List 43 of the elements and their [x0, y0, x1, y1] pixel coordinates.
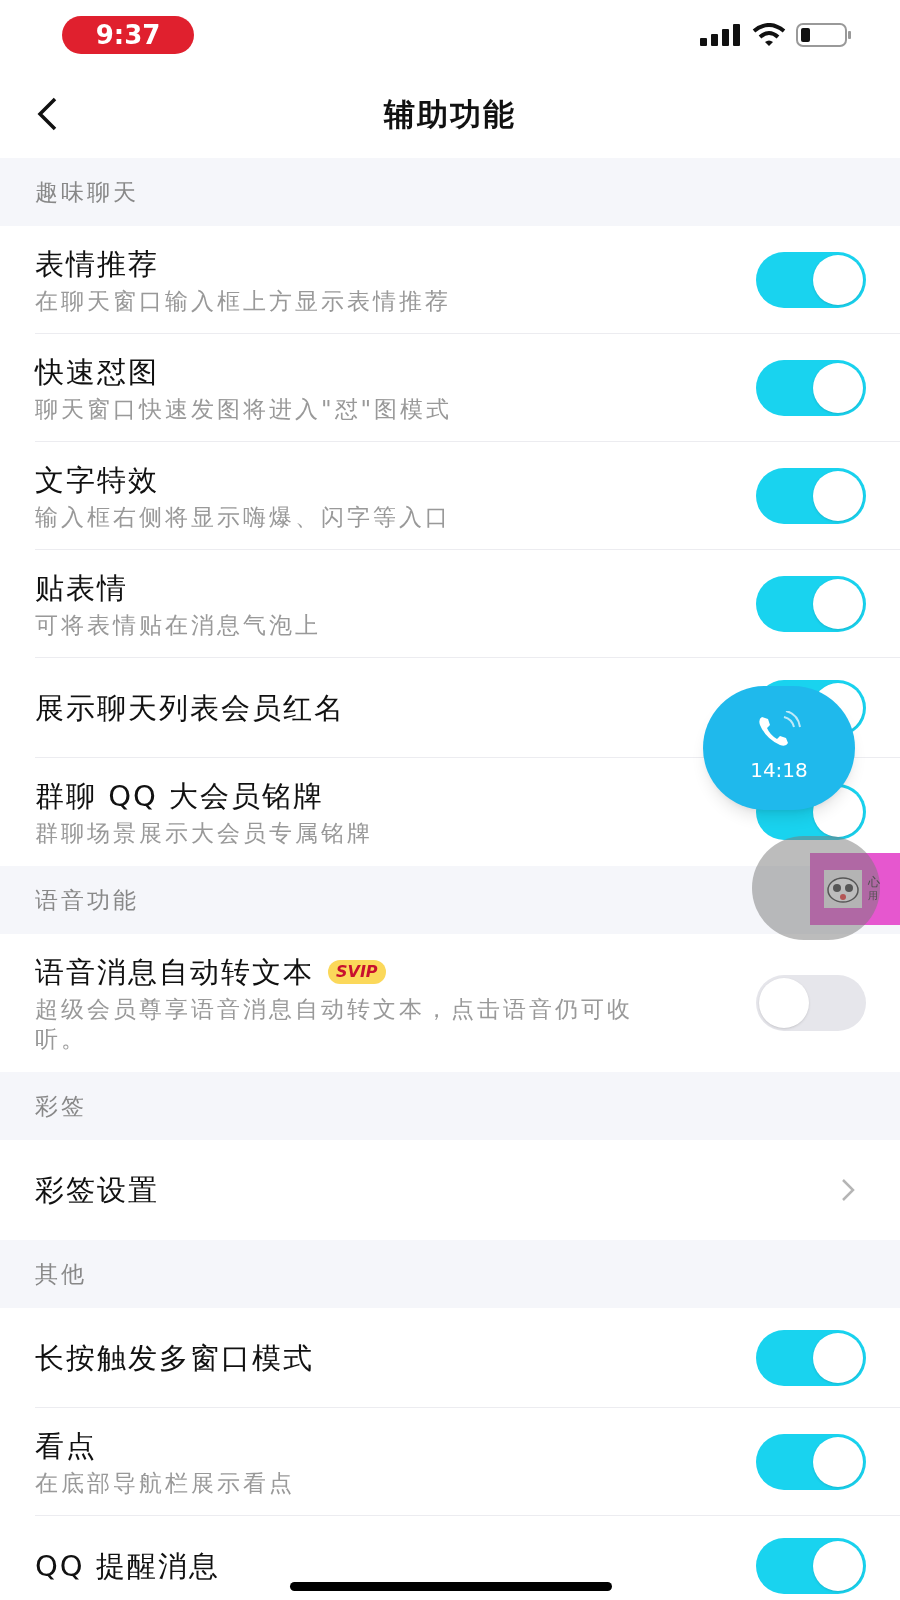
setting-title: QQ 提醒消息 [35, 1548, 220, 1585]
svip-badge: SVIP [328, 960, 386, 984]
setting-title: 彩签设置 [35, 1172, 159, 1209]
toggle-switch[interactable] [756, 1434, 866, 1490]
setting-title: 看点 [35, 1428, 97, 1465]
call-duration: 14:18 [750, 757, 808, 784]
page-title: 辅助功能 [384, 94, 516, 134]
battery-icon [796, 23, 852, 47]
setting-title: 贴表情 [35, 570, 128, 607]
setting-description: 可将表情贴在消息气泡上 [35, 611, 322, 640]
section-header: 彩签 [35, 1091, 87, 1121]
chevron-right-icon [840, 1177, 856, 1203]
wifi-icon [752, 23, 786, 47]
notification-card[interactable]: 心 用 [810, 853, 900, 925]
setting-title: 快速怼图 [35, 354, 159, 391]
toggle-switch[interactable] [756, 360, 866, 416]
setting-description: 超级会员尊享语音消息自动转文本，点击语音仍可收听。 [35, 995, 634, 1054]
toggle-switch[interactable] [756, 468, 866, 524]
signal-icon [700, 24, 742, 46]
toggle-switch[interactable] [756, 975, 866, 1031]
toggle-switch[interactable] [756, 252, 866, 308]
setting-description: 在底部导航栏展示看点 [35, 1469, 296, 1498]
setting-description: 在聊天窗口输入框上方显示表情推荐 [35, 287, 452, 316]
section-header: 其他 [35, 1259, 87, 1289]
setting-title: 文字特效 [35, 462, 159, 499]
status-time: 9:37 [62, 16, 194, 54]
notification-text: 用 [868, 889, 879, 903]
setting-title: 表情推荐 [35, 246, 159, 283]
toggle-switch[interactable] [756, 1538, 866, 1594]
setting-description: 聊天窗口快速发图将进入"怼"图模式 [35, 395, 454, 424]
section-header: 趣味聊天 [35, 177, 139, 207]
notification-title: 心 [868, 875, 880, 889]
toggle-switch[interactable] [756, 576, 866, 632]
toggle-switch[interactable] [756, 1330, 866, 1386]
section-header: 语音功能 [35, 885, 139, 915]
setting-title: 群聊 QQ 大会员铭牌 [35, 778, 325, 815]
setting-title: 展示聊天列表会员红名 [35, 690, 345, 727]
back-icon[interactable] [36, 96, 58, 132]
emoji-sticker-icon [824, 870, 862, 908]
setting-title: 长按触发多窗口模式 [35, 1340, 314, 1377]
setting-description: 群聊场景展示大会员专属铭牌 [35, 819, 374, 848]
setting-description: 输入框右侧将显示嗨爆、闪字等入口 [35, 503, 452, 532]
setting-title: 语音消息自动转文本 [35, 954, 314, 991]
